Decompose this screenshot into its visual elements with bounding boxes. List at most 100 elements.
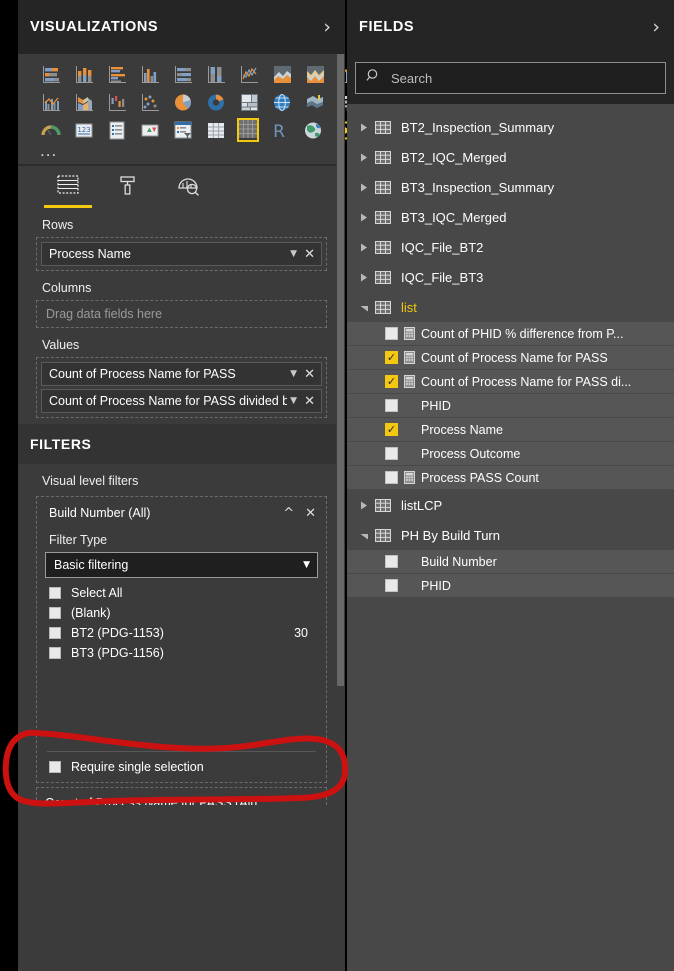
chevron-down-icon[interactable] <box>357 303 371 312</box>
field-chip[interactable]: Process Name ▼ ✕ <box>41 242 322 266</box>
chevron-up-icon[interactable]: ^ <box>283 507 294 520</box>
line-chart-icon[interactable] <box>237 62 261 86</box>
field-row[interactable]: ✓ Count of Process Name for PASS <box>347 346 674 370</box>
close-icon[interactable]: ✕ <box>305 507 316 520</box>
chevron-right-icon[interactable]: › <box>323 17 331 37</box>
chevron-down-icon[interactable]: ▼ <box>287 369 303 379</box>
require-single-selection-row[interactable]: Require single selection <box>45 752 318 782</box>
checkbox[interactable]: ✓ <box>385 375 398 388</box>
slicer-visual-icon[interactable] <box>171 118 195 142</box>
clustered-bar-chart-icon[interactable] <box>105 62 129 86</box>
card-visual-icon[interactable]: 123 <box>72 118 96 142</box>
field-chip[interactable]: Count of Process Name for PASS ▼ ✕ <box>41 362 322 386</box>
table-row[interactable]: listLCP <box>347 490 674 520</box>
remove-field-icon[interactable]: ✕ <box>303 247 319 262</box>
chevron-right-icon[interactable] <box>357 243 371 252</box>
field-row[interactable]: Build Number <box>347 550 674 574</box>
filter-option-blank[interactable]: (Blank) <box>45 603 318 623</box>
filled-map-visual-icon[interactable] <box>303 90 327 114</box>
fields-tab[interactable] <box>44 168 92 208</box>
checkbox[interactable] <box>385 471 398 484</box>
fields-title: FIELDS <box>359 19 415 35</box>
field-row[interactable]: Count of PHID % difference from P... <box>347 322 674 346</box>
search-input[interactable]: Search <box>355 62 666 94</box>
waterfall-chart-icon[interactable] <box>105 90 129 114</box>
table-visual-icon[interactable] <box>204 118 228 142</box>
well-box-columns[interactable]: Drag data fields here <box>36 300 327 328</box>
filter-option-bt2[interactable]: BT2 (PDG-1153) 30 <box>45 623 318 643</box>
treemap-chart-icon[interactable] <box>237 90 261 114</box>
chevron-right-icon[interactable] <box>357 123 371 132</box>
well-box-values[interactable]: Count of Process Name for PASS ▼ ✕ Count… <box>36 357 327 418</box>
filter-option-bt3[interactable]: BT3 (PDG-1156) <box>45 643 318 663</box>
remove-field-icon[interactable]: ✕ <box>303 367 319 382</box>
stacked-area-chart-icon[interactable] <box>303 62 327 86</box>
visualizations-scrollbar[interactable] <box>336 54 345 949</box>
checkbox[interactable]: ✓ <box>385 423 398 436</box>
chevron-down-icon[interactable]: ▼ <box>287 249 303 259</box>
filter-card-count-of-process-name[interactable]: Count of Process Name for PASS (All) <box>36 787 327 805</box>
pie-chart-icon[interactable] <box>171 90 195 114</box>
chevron-right-icon[interactable] <box>357 183 371 192</box>
arcgis-maps-visual-icon[interactable] <box>301 118 325 142</box>
filter-type-select[interactable]: Basic filtering ▼ <box>45 552 318 578</box>
table-row[interactable]: PH By Build Turn <box>347 520 674 550</box>
field-chip[interactable]: Count of Process Name for PASS divided b… <box>41 389 322 413</box>
analytics-tab[interactable] <box>164 168 212 208</box>
clustered-column-chart-icon[interactable] <box>138 62 162 86</box>
chevron-down-icon[interactable]: ▼ <box>287 396 303 406</box>
map-visual-icon[interactable] <box>270 90 294 114</box>
area-chart-icon[interactable] <box>270 62 294 86</box>
checkbox[interactable] <box>49 761 61 773</box>
gauge-visual-icon[interactable] <box>39 118 63 142</box>
table-row[interactable]: IQC_File_BT3 <box>347 262 674 292</box>
scrollbar-thumb[interactable] <box>337 54 344 686</box>
chevron-right-icon[interactable] <box>357 501 371 510</box>
checkbox[interactable] <box>49 607 61 619</box>
checkbox[interactable]: ✓ <box>385 351 398 364</box>
format-tab[interactable] <box>104 168 152 208</box>
checkbox[interactable] <box>49 627 61 639</box>
table-row[interactable]: BT2_Inspection_Summary <box>347 112 674 142</box>
multi-row-card-visual-icon[interactable] <box>105 118 129 142</box>
stacked-bar-chart-icon[interactable] <box>39 62 63 86</box>
table-row[interactable]: BT3_IQC_Merged <box>347 202 674 232</box>
table-row[interactable]: BT2_IQC_Merged <box>347 142 674 172</box>
kpi-visual-icon[interactable] <box>138 118 162 142</box>
donut-chart-icon[interactable] <box>204 90 228 114</box>
checkbox[interactable] <box>49 587 61 599</box>
checkbox[interactable] <box>385 555 398 568</box>
field-row[interactable]: ✓ Process Name <box>347 418 674 442</box>
checkbox[interactable] <box>385 447 398 460</box>
field-row[interactable]: PHID <box>347 394 674 418</box>
r-script-visual-icon[interactable]: R <box>268 118 292 142</box>
matrix-visual-icon[interactable] <box>237 118 259 142</box>
well-box-rows[interactable]: Process Name ▼ ✕ <box>36 237 327 271</box>
line-and-clustered-column-chart-icon[interactable] <box>39 90 63 114</box>
ribbon-chart-icon[interactable] <box>72 90 96 114</box>
chevron-down-icon[interactable]: ▼ <box>303 560 310 570</box>
chevron-right-icon[interactable] <box>357 153 371 162</box>
chevron-right-icon[interactable] <box>357 213 371 222</box>
field-row[interactable]: Process Outcome <box>347 442 674 466</box>
scatter-chart-icon[interactable] <box>138 90 162 114</box>
chevron-right-icon[interactable] <box>357 273 371 282</box>
chevron-right-icon[interactable]: › <box>652 17 660 37</box>
chevron-down-icon[interactable] <box>357 531 371 540</box>
table-row[interactable]: BT3_Inspection_Summary <box>347 172 674 202</box>
hundred-percent-stacked-column-chart-icon[interactable] <box>204 62 228 86</box>
table-row-list[interactable]: list <box>347 292 674 322</box>
table-row[interactable]: IQC_File_BT2 <box>347 232 674 262</box>
checkbox[interactable] <box>385 579 398 592</box>
checkbox[interactable] <box>385 399 398 412</box>
field-row[interactable]: PHID <box>347 574 674 598</box>
field-row[interactable]: ✓ Count of Process Name for PASS di... <box>347 370 674 394</box>
more-visuals-button[interactable]: ... <box>18 142 345 162</box>
filter-option-select-all[interactable]: Select All <box>45 583 318 603</box>
checkbox[interactable] <box>385 327 398 340</box>
stacked-column-chart-icon[interactable] <box>72 62 96 86</box>
hundred-percent-stacked-bar-chart-icon[interactable] <box>171 62 195 86</box>
field-row[interactable]: Process PASS Count <box>347 466 674 490</box>
checkbox[interactable] <box>49 647 61 659</box>
remove-field-icon[interactable]: ✕ <box>303 394 319 409</box>
